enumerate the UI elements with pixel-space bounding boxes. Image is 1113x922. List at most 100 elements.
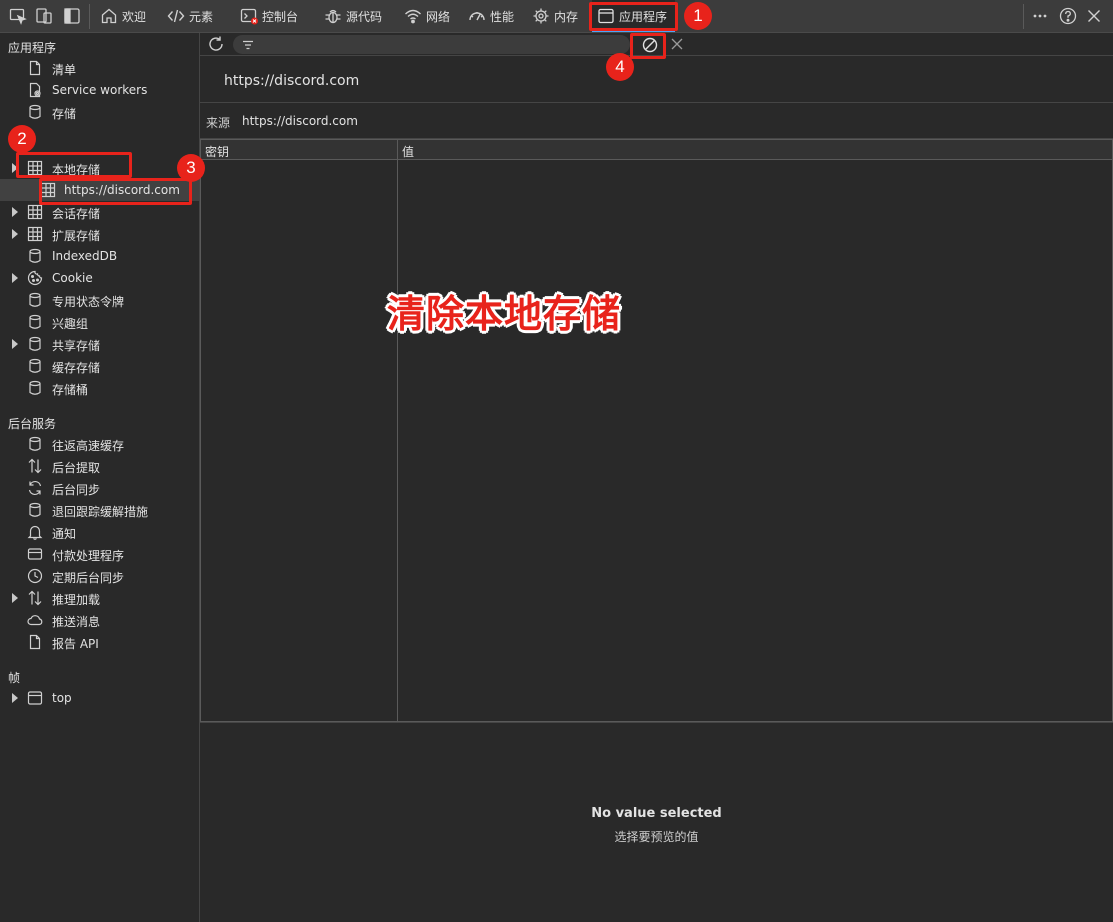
toolbar-separator [1023, 4, 1024, 29]
sidebar-item-notifications[interactable]: 通知 [0, 521, 199, 543]
sidebar-item-label: 后台提取 [52, 461, 101, 475]
sidebar-item-bfcache[interactable]: 往返高速缓存 [0, 433, 199, 455]
help-icon[interactable] [1058, 6, 1078, 26]
expand-arrow-icon[interactable] [12, 273, 18, 283]
sidebar-item-service-workers[interactable]: Service workers [0, 79, 199, 101]
sidebar-item-label: 退回跟踪缓解措施 [52, 505, 149, 519]
refresh-icon[interactable] [207, 35, 225, 53]
file-icon [27, 60, 43, 76]
origin-header: https://discord.com [200, 57, 1113, 103]
tab-label: 控制台 [262, 9, 299, 24]
sidebar-item-cookie[interactable]: Cookie [0, 267, 199, 289]
sidebar-item-background-fetch[interactable]: 后台提取 [0, 455, 199, 477]
highlight-clear-all [630, 33, 666, 59]
tab-welcome[interactable]: 欢迎 [100, 0, 146, 32]
sidebar-item-label: 会话存储 [52, 207, 101, 221]
step-badge-4: 4 [606, 53, 634, 81]
tab-performance[interactable]: 性能 [468, 0, 514, 32]
sidebar-item-bounce-tracking[interactable]: 退回跟踪缓解措施 [0, 499, 199, 521]
file-icon [27, 634, 43, 650]
database-icon [27, 380, 43, 396]
arrows-updown-icon [27, 590, 43, 606]
column-header-key[interactable]: 密钥 [205, 143, 229, 160]
database-icon [27, 292, 43, 308]
storage-data-grid[interactable]: 密钥 值 [200, 139, 1113, 722]
wifi-icon [405, 9, 421, 24]
chip-icon [533, 8, 549, 24]
sidebar-item-label: top [52, 691, 72, 705]
home-icon [101, 8, 117, 24]
sidebar-item-frame-top[interactable]: top [0, 687, 199, 709]
clock-icon [27, 568, 43, 584]
tab-sources[interactable]: 源代码 [324, 0, 382, 32]
devtools-tab-bar: 欢迎 元素 控制台 源代码 网络 性能 内存 应用程序 [0, 0, 1113, 33]
tab-console[interactable]: 控制台 [240, 0, 298, 32]
section-application: 应用程序 [8, 41, 57, 55]
sidebar-item-label: 存储 [52, 107, 77, 121]
sidebar-item-interest-groups[interactable]: 兴趣组 [0, 311, 199, 333]
sidebar-item-payment-handler[interactable]: 付款处理程序 [0, 543, 199, 565]
sidebar-item-extension-storage[interactable]: 扩展存储 [0, 223, 199, 245]
sidebar-item-periodic-sync[interactable]: 定期后台同步 [0, 565, 199, 587]
bell-icon [27, 524, 43, 540]
sidebar-item-indexeddb[interactable]: IndexedDB [0, 245, 199, 267]
origin-row: 来源 https://discord.com [200, 103, 1113, 139]
sidebar-item-label: 推送消息 [52, 615, 101, 629]
sidebar-item-manifest[interactable]: 清单 [0, 57, 199, 79]
sidebar-item-label: 扩展存储 [52, 229, 101, 243]
sidebar-item-label: Cookie [52, 271, 93, 285]
column-header-value[interactable]: 值 [402, 143, 414, 160]
sidebar-item-shared-storage[interactable]: 共享存储 [0, 333, 199, 355]
close-devtools-icon[interactable] [1084, 6, 1104, 26]
sidebar-item-private-state-tokens[interactable]: 专用状态令牌 [0, 289, 199, 311]
expand-arrow-icon[interactable] [12, 339, 18, 349]
tab-elements[interactable]: 元素 [167, 0, 213, 32]
step-badge-3: 3 [177, 154, 205, 182]
arrows-updown-icon [27, 458, 43, 474]
cloud-icon [27, 612, 43, 628]
tab-network[interactable]: 网络 [404, 0, 450, 32]
bug-icon [325, 9, 341, 24]
sidebar-item-cache-storage[interactable]: 缓存存储 [0, 355, 199, 377]
tab-label: 源代码 [346, 9, 383, 24]
step-badge-1: 1 [684, 2, 712, 30]
sidebar-item-speculative-loads[interactable]: 推理加载 [0, 587, 199, 609]
expand-arrow-icon[interactable] [12, 229, 18, 239]
preview-subtitle: 选择要预览的值 [614, 830, 699, 844]
sidebar-item-label: IndexedDB [52, 249, 118, 263]
database-icon [27, 248, 43, 264]
filter-input[interactable] [233, 35, 630, 54]
column-divider[interactable] [397, 139, 398, 721]
sidebar-item-background-sync[interactable]: 后台同步 [0, 477, 199, 499]
sidebar-item-storage-buckets[interactable]: 存储桶 [0, 377, 199, 399]
expand-arrow-icon[interactable] [12, 593, 18, 603]
inspect-element-icon[interactable] [8, 6, 28, 26]
device-emulation-icon[interactable] [34, 6, 54, 26]
delete-selected-icon[interactable] [669, 36, 685, 52]
section-frames: 帧 [8, 671, 21, 685]
sidebar-item-label: 付款处理程序 [52, 549, 125, 563]
database-icon [27, 436, 43, 452]
sidebar-item-label: 后台同步 [52, 483, 101, 497]
sidebar-item-label: 存储桶 [52, 383, 89, 397]
tab-memory[interactable]: 内存 [532, 0, 578, 32]
more-options-icon[interactable] [1030, 6, 1050, 26]
sidebar-item-label: 报告 API [52, 637, 99, 651]
expand-arrow-icon[interactable] [12, 693, 18, 703]
database-icon [27, 104, 43, 120]
tab-label: 网络 [426, 9, 451, 24]
sync-icon [27, 480, 43, 496]
section-background-services: 后台服务 [8, 417, 57, 431]
sidebar-item-reporting-api[interactable]: 报告 API [0, 631, 199, 653]
cookie-icon [27, 270, 43, 286]
console-icon [240, 8, 258, 25]
expand-arrow-icon[interactable] [12, 207, 18, 217]
tab-label: 性能 [490, 9, 515, 24]
sidebar-item-push-messaging[interactable]: 推送消息 [0, 609, 199, 631]
sidebar-item-storage[interactable]: 存储 [0, 101, 199, 123]
table-icon [27, 226, 43, 242]
service-worker-icon [27, 82, 43, 98]
highlight-application-tab [589, 2, 678, 31]
dock-sidebar-icon[interactable] [62, 6, 82, 26]
sidebar-item-label: Service workers [52, 83, 148, 97]
